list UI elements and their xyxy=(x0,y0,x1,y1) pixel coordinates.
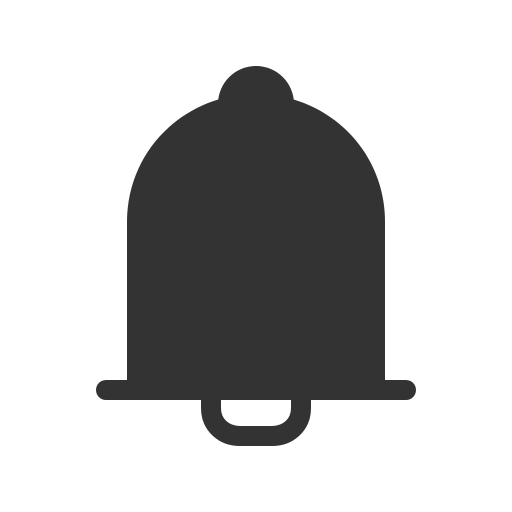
icon-canvas xyxy=(0,0,512,512)
bell-icon xyxy=(0,0,512,512)
